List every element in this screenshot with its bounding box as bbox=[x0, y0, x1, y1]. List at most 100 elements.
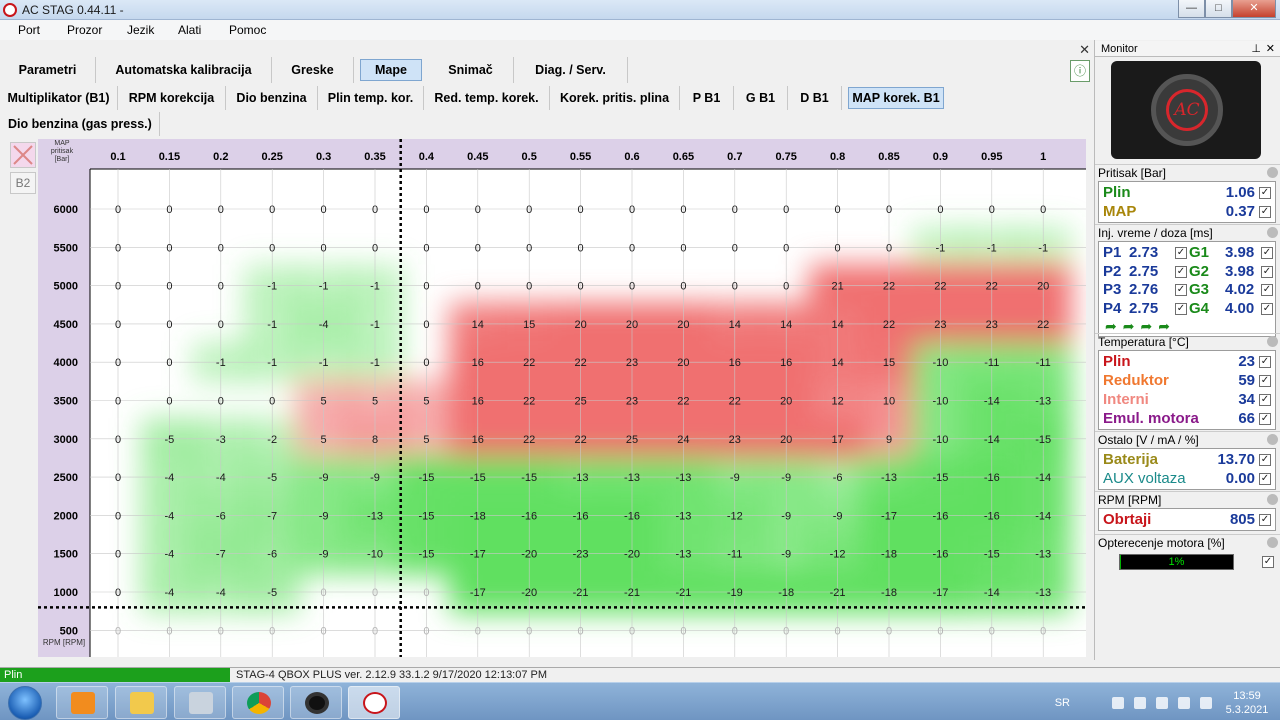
map-cell-value[interactable]: 0 bbox=[166, 625, 172, 637]
map-cell-value[interactable]: -1 bbox=[370, 319, 380, 331]
language-indicator[interactable]: SR bbox=[1055, 697, 1070, 709]
close-button[interactable]: ✕ bbox=[1232, 0, 1276, 18]
map-cell-value[interactable]: -1 bbox=[267, 319, 277, 331]
map-cell-value[interactable]: 22 bbox=[574, 434, 586, 446]
maximize-button[interactable]: □ bbox=[1205, 0, 1232, 18]
map-cell-value[interactable]: -13 bbox=[675, 549, 691, 561]
checkbox-emul-motora-temp[interactable]: ✓ bbox=[1259, 413, 1271, 425]
checkbox-engine-load[interactable]: ✓ bbox=[1262, 556, 1274, 568]
map-cell-value[interactable]: 5 bbox=[321, 434, 327, 446]
map-cell-value[interactable]: 0 bbox=[115, 434, 121, 446]
record-icon[interactable] bbox=[290, 686, 342, 719]
map-cell-value[interactable]: 0 bbox=[115, 357, 121, 369]
map-cell-value[interactable]: 0 bbox=[1040, 204, 1046, 216]
map-cell-value[interactable]: -16 bbox=[932, 549, 948, 561]
map-cell-value[interactable]: -9 bbox=[370, 472, 380, 484]
monitor-close-icon[interactable]: ✕ bbox=[1266, 41, 1275, 57]
map-cell-value[interactable]: 0 bbox=[937, 204, 943, 216]
map-cell-value[interactable]: 0 bbox=[732, 281, 738, 293]
map-cell-value[interactable]: 0 bbox=[115, 587, 121, 599]
map-cell-value[interactable]: -4 bbox=[216, 472, 226, 484]
map-cell-value[interactable]: 0 bbox=[732, 625, 738, 637]
map-cell-value[interactable]: 0 bbox=[783, 281, 789, 293]
map-cell-value[interactable]: 0 bbox=[218, 396, 224, 408]
map-cell-value[interactable]: -16 bbox=[624, 510, 640, 522]
tab-rpm-korekcija[interactable]: RPM korekcija bbox=[118, 86, 226, 110]
map-cell-value[interactable]: 0 bbox=[115, 549, 121, 561]
map-cell-value[interactable]: -15 bbox=[418, 549, 434, 561]
map-cell-value[interactable]: 0 bbox=[886, 625, 892, 637]
map-cell-value[interactable]: 0 bbox=[115, 472, 121, 484]
tab-greske[interactable]: Greske bbox=[272, 57, 354, 83]
injector-checkbox[interactable]: ✓ bbox=[1175, 284, 1187, 296]
map-cell-value[interactable]: -15 bbox=[932, 472, 948, 484]
ac-stag-icon[interactable] bbox=[348, 686, 400, 719]
help-button[interactable]: ⓘ bbox=[1070, 60, 1090, 82]
map-cell-value[interactable]: -1 bbox=[319, 281, 329, 293]
map-cell-value[interactable]: -19 bbox=[727, 587, 743, 599]
map-cell-value[interactable]: 0 bbox=[680, 281, 686, 293]
map-cell-value[interactable]: 17 bbox=[831, 434, 843, 446]
map-cell-value[interactable]: 0 bbox=[269, 396, 275, 408]
collapse-icon[interactable] bbox=[1267, 227, 1278, 238]
map-cell-value[interactable]: -1 bbox=[267, 281, 277, 293]
map-cell-value[interactable]: 0 bbox=[321, 587, 327, 599]
start-icon[interactable] bbox=[8, 686, 42, 720]
map-cell-value[interactable]: 5 bbox=[423, 396, 429, 408]
map-grid[interactable]: MAP pritisak [Bar] RPM [RPM] 0 0 0 0 0 0 0 0 0 0 0… bbox=[38, 139, 1086, 657]
file-explorer-icon[interactable] bbox=[115, 686, 167, 719]
chrome-icon[interactable] bbox=[232, 686, 284, 719]
map-cell-value[interactable]: 22 bbox=[523, 357, 535, 369]
checkbox-plin-pressure[interactable]: ✓ bbox=[1259, 187, 1271, 199]
map-cell-value[interactable]: 16 bbox=[780, 357, 792, 369]
map-cell-value[interactable]: -16 bbox=[932, 510, 948, 522]
map-cell-value[interactable]: -4 bbox=[165, 510, 175, 522]
map-cell-value[interactable]: 0 bbox=[732, 204, 738, 216]
map-cell-value[interactable]: 0 bbox=[321, 242, 327, 254]
map-cell-value[interactable]: -13 bbox=[624, 472, 640, 484]
map-cell-value[interactable]: 23 bbox=[626, 396, 638, 408]
checkbox-reduktor-temp[interactable]: ✓ bbox=[1259, 375, 1271, 387]
map-cell-value[interactable]: 0 bbox=[526, 625, 532, 637]
map-cell-value[interactable]: 0 bbox=[1040, 625, 1046, 637]
map-cell-value[interactable]: -20 bbox=[624, 549, 640, 561]
map-cell-value[interactable]: 0 bbox=[989, 204, 995, 216]
map-cell-value[interactable]: -13 bbox=[1035, 396, 1051, 408]
map-cell-value[interactable]: -7 bbox=[267, 510, 277, 522]
map-cell-value[interactable]: -16 bbox=[984, 472, 1000, 484]
map-cell-value[interactable]: -18 bbox=[778, 587, 794, 599]
map-cell-value[interactable]: -13 bbox=[1035, 549, 1051, 561]
pin-icon[interactable]: ⊥ bbox=[1251, 41, 1261, 57]
signal-icon[interactable] bbox=[1178, 697, 1190, 709]
map-cell-value[interactable]: 0 bbox=[475, 242, 481, 254]
map-cell-value[interactable]: -1 bbox=[936, 242, 946, 254]
map-cell-value[interactable]: -15 bbox=[418, 472, 434, 484]
map-cell-value[interactable]: -1 bbox=[987, 242, 997, 254]
tab-parametri[interactable]: Parametri bbox=[0, 57, 96, 83]
map-cell-value[interactable]: 0 bbox=[578, 242, 584, 254]
map-cell-value[interactable]: 0 bbox=[115, 204, 121, 216]
map-cell-value[interactable]: 24 bbox=[677, 434, 689, 446]
menu-port[interactable]: Port bbox=[18, 23, 40, 37]
map-cell-value[interactable]: -17 bbox=[470, 587, 486, 599]
checkbox-baterija[interactable]: ✓ bbox=[1259, 454, 1271, 466]
map-cell-value[interactable]: 0 bbox=[166, 319, 172, 331]
map-cell-value[interactable]: 14 bbox=[472, 319, 484, 331]
map-cell-value[interactable]: 16 bbox=[472, 396, 484, 408]
map-cell-value[interactable]: 0 bbox=[166, 242, 172, 254]
map-cell-value[interactable]: 0 bbox=[166, 204, 172, 216]
map-cell-value[interactable]: 0 bbox=[629, 625, 635, 637]
map-cell-value[interactable]: 0 bbox=[372, 625, 378, 637]
map-cell-value[interactable]: 22 bbox=[1037, 319, 1049, 331]
map-cell-value[interactable]: 0 bbox=[166, 281, 172, 293]
map-cell-value[interactable]: -9 bbox=[319, 472, 329, 484]
map-cell-value[interactable]: -4 bbox=[165, 472, 175, 484]
injector-checkbox[interactable]: ✓ bbox=[1175, 265, 1187, 278]
map-cell-value[interactable]: 25 bbox=[574, 396, 586, 408]
map-cell-value[interactable]: 0 bbox=[115, 510, 121, 522]
tab-p-b1[interactable]: P B1 bbox=[680, 86, 734, 110]
map-cell-value[interactable]: 20 bbox=[626, 319, 638, 331]
tab-dio-benzina-gas-press[interactable]: Dio benzina (gas press.) bbox=[0, 112, 160, 136]
map-cell-value[interactable]: 0 bbox=[115, 319, 121, 331]
map-cell-value[interactable]: 0 bbox=[526, 204, 532, 216]
